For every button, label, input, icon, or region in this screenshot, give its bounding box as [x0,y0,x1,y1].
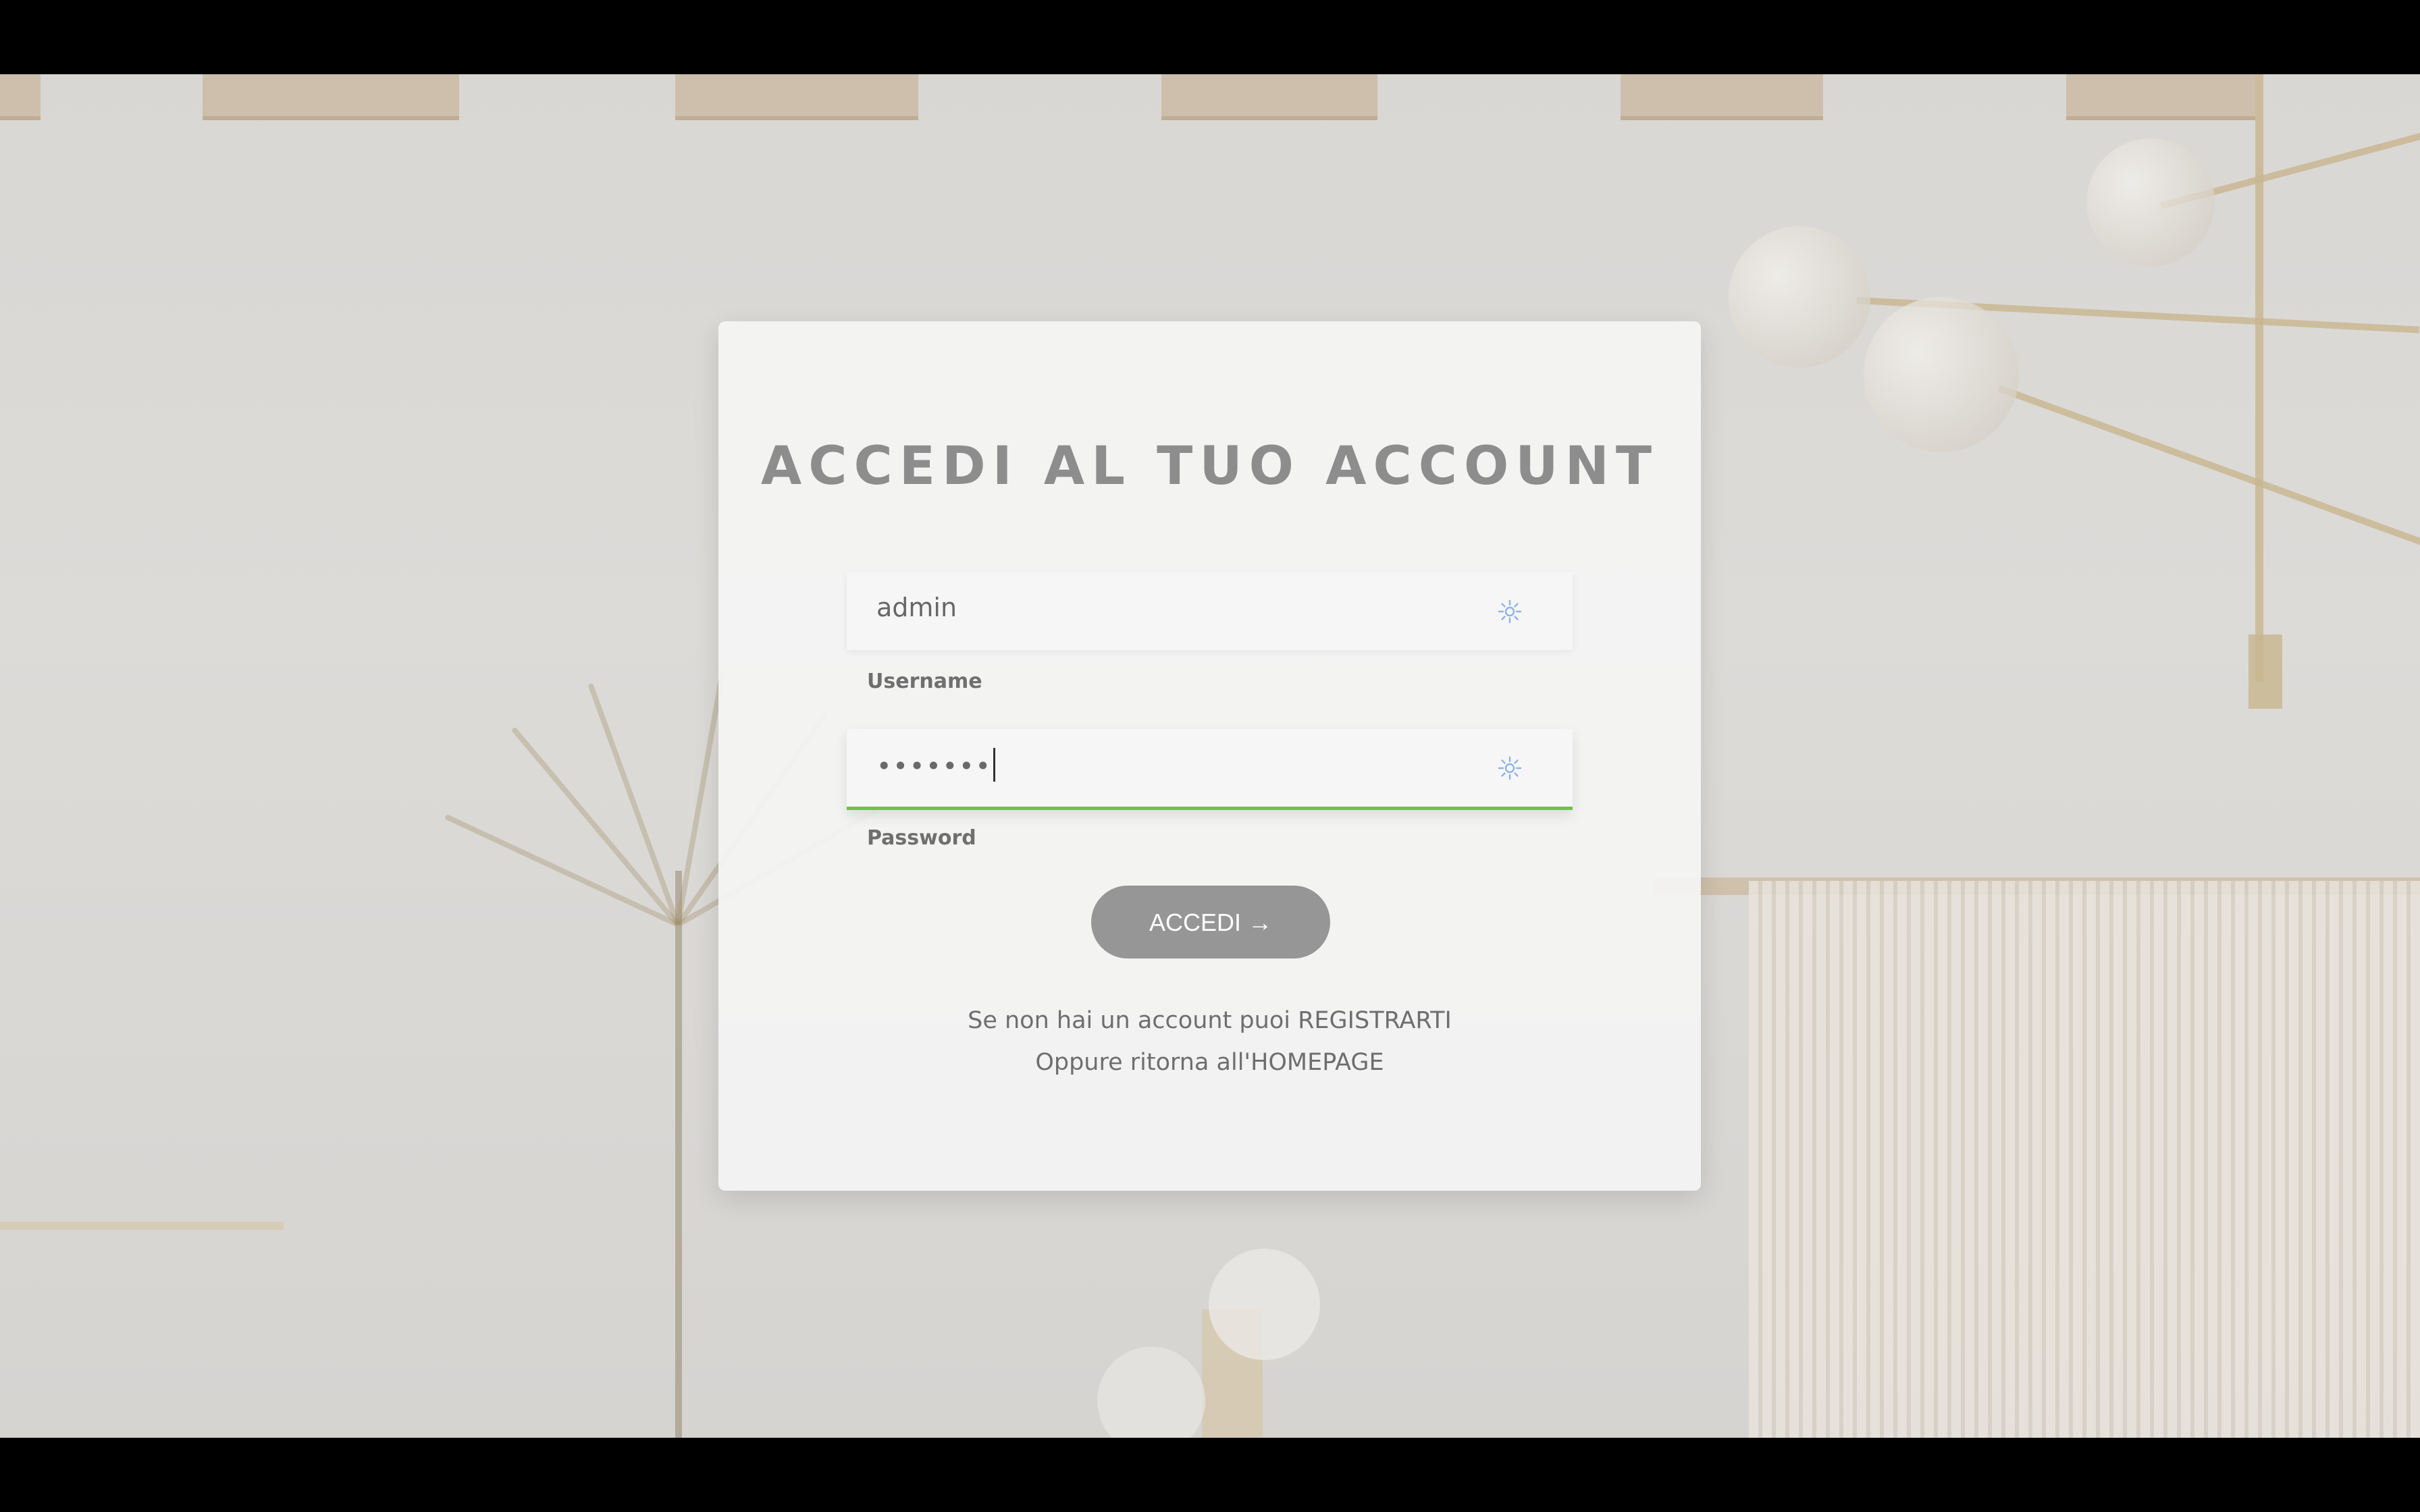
login-button[interactable]: ACCEDI → [1091,886,1330,959]
homepage-line: Oppure ritorna all'HOMEPAGE [718,1049,1701,1076]
username-field[interactable]: admin [847,572,1573,650]
login-title: ACCEDI AL TUO ACCOUNT [760,436,1659,497]
chandelier-bulb [1729,226,1870,368]
wooden-shelf [0,1222,284,1230]
chandelier-bulb [1864,297,2019,452]
light-orb [1097,1347,1205,1438]
ceiling-beam [1161,74,1377,120]
ceiling-beam [0,74,41,120]
text-caret [993,748,995,782]
password-value: ••••••• [876,748,995,782]
homepage-prefix: Oppure ritorna all' [1035,1049,1251,1076]
register-line: Se non hai un account puoi REGISTRARTI [718,1007,1701,1034]
letterbox-bottom [0,1438,2420,1512]
register-link[interactable]: REGISTRARTI [1298,1007,1452,1034]
autofill-key-icon[interactable] [1498,599,1522,624]
ceiling-beam [1621,74,1823,120]
password-label: Password [867,826,976,850]
username-value: admin [876,593,957,622]
login-card: ACCEDI AL TUO ACCOUNT admin Username •••… [718,321,1701,1191]
register-prefix: Se non hai un account puoi [968,1007,1298,1034]
chandelier-bulb [2086,138,2215,267]
password-field[interactable]: ••••••• [847,729,1573,810]
chandelier-rod [2255,74,2263,682]
light-orb [1209,1249,1320,1360]
autofill-key-icon[interactable] [1498,756,1522,780]
chandelier-rod [2248,634,2282,709]
username-label: Username [867,670,982,693]
homepage-link[interactable]: HOMEPAGE [1251,1049,1384,1076]
password-mask: ••••••• [876,751,992,781]
letterbox-top [0,0,2420,74]
chandelier-rod [1997,385,2420,554]
plant-leaf [510,726,681,927]
ceiling-beam [675,74,918,120]
ceiling-beam [203,74,459,120]
macrame-wall-hanging [1749,881,2420,1438]
ceiling-beam [2066,74,2255,120]
plant-stem [675,871,682,1438]
